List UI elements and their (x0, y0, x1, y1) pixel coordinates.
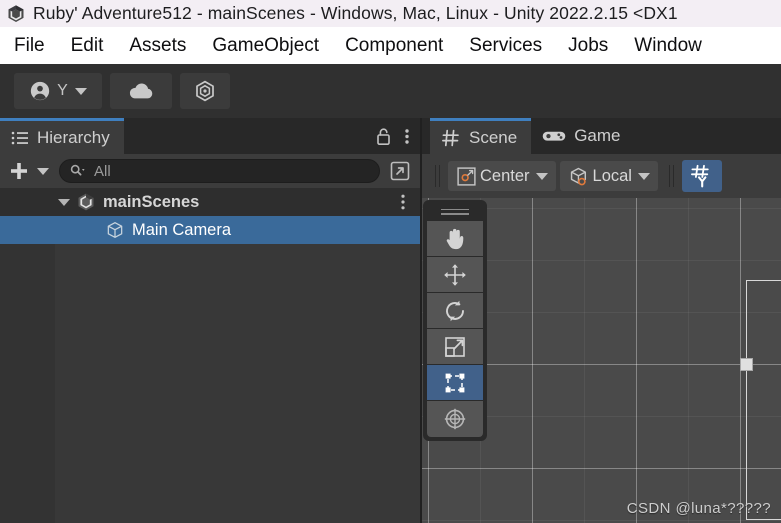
hierarchy-expand-button[interactable] (388, 159, 412, 183)
window-title-text: Ruby' Adventure512 - mainScenes - Window… (33, 3, 678, 23)
scene-grid-major-line (420, 468, 781, 469)
menu-item-services[interactable]: Services (469, 35, 542, 57)
hierarchy-search-placeholder: All (94, 162, 111, 180)
handle-space-dropdown[interactable]: Local (559, 161, 658, 191)
chevron-down-icon (535, 172, 548, 180)
rotate-icon (446, 300, 464, 321)
unity-logo-icon (8, 4, 24, 22)
hierarchy-list-icon (11, 131, 28, 144)
hierarchy-tabbar-actions (375, 118, 410, 154)
kebab-menu-icon[interactable] (404, 127, 410, 146)
tool-palette-drag-handle[interactable] (427, 204, 483, 219)
pivot-mode-label: Center (480, 166, 530, 185)
tab-scene[interactable]: Scene (430, 118, 532, 154)
tab-hierarchy[interactable]: Hierarchy (0, 118, 124, 154)
unlocked-padlock-icon[interactable] (375, 127, 392, 146)
camera-frustum-handle[interactable] (740, 358, 753, 371)
menu-item-window[interactable]: Window (634, 35, 702, 57)
hierarchy-row-scene[interactable]: mainScenes (0, 188, 420, 216)
chevron-down-icon (637, 172, 650, 180)
expand-window-icon (390, 161, 410, 181)
tab-scene-label: Scene (469, 127, 518, 147)
handle-space-label: Local (592, 166, 632, 185)
menu-bar: File Edit Assets GameObject Component Se… (0, 27, 781, 64)
scale-tool-button[interactable] (427, 329, 483, 365)
hierarchy-search-input[interactable]: All (59, 159, 380, 183)
kebab-menu-icon[interactable] (400, 193, 406, 211)
scale-icon (445, 336, 465, 357)
hierarchy-row-scene-label: mainScenes (103, 192, 200, 211)
menu-item-edit[interactable]: Edit (71, 35, 104, 57)
toolbar-divider-2 (668, 165, 676, 187)
search-dropdown-icon (70, 164, 85, 176)
hierarchy-search-row: All (0, 154, 420, 188)
camera-frustum-gizmo[interactable] (746, 280, 781, 520)
toolbar-divider (434, 165, 442, 187)
pivot-mode-dropdown[interactable]: Center (448, 161, 556, 191)
unity-hex-icon (196, 80, 214, 102)
move-tool-button[interactable] (427, 257, 483, 293)
hierarchy-tree: mainScenes Main Camera (0, 188, 420, 523)
scene-watermark: CSDN @luna*????? (626, 500, 771, 517)
chevron-down-icon (37, 167, 49, 175)
move-arrows-icon (444, 263, 466, 286)
chevron-down-icon (74, 87, 87, 95)
window-titlebar: Ruby' Adventure512 - mainScenes - Window… (0, 0, 781, 27)
menu-item-component[interactable]: Component (345, 35, 443, 57)
hierarchy-tabbar: Hierarchy (0, 118, 420, 154)
grid-axis-toggle-button[interactable] (681, 160, 722, 192)
scene-panel: Scene Game Center Local CSDN @luna*????? (420, 118, 781, 523)
menu-item-file[interactable]: File (14, 35, 45, 57)
editor-panels: Hierarchy All mainScenes Main Camera Sce… (0, 118, 781, 523)
scene-grid-icon (442, 129, 459, 146)
hierarchy-add-button[interactable] (8, 160, 49, 182)
tab-game[interactable]: Game (531, 118, 634, 154)
scene-tabbar: Scene Game (420, 118, 781, 154)
hierarchy-row-main-camera[interactable]: Main Camera (0, 216, 420, 244)
rotate-tool-button[interactable] (427, 293, 483, 329)
editor-body: Y Hierarchy All mainScenes Main Camera S… (0, 64, 781, 523)
grid-y-axis-icon (690, 164, 709, 188)
transform-tool-button[interactable] (427, 401, 483, 437)
transform-combined-icon (444, 408, 466, 430)
scene-grid-major-line (636, 198, 637, 523)
gameobject-cube-icon (107, 222, 123, 238)
scene-tool-palette (423, 200, 487, 441)
handle-local-icon (570, 167, 586, 185)
menu-item-jobs[interactable]: Jobs (568, 35, 608, 57)
hand-icon (446, 228, 464, 249)
pivot-center-icon (457, 166, 476, 186)
hierarchy-panel: Hierarchy All mainScenes Main Camera (0, 118, 420, 523)
services-settings-button[interactable] (180, 73, 230, 109)
account-button[interactable]: Y (14, 73, 102, 109)
rect-transform-icon (445, 373, 465, 392)
tab-hierarchy-label: Hierarchy (37, 127, 110, 147)
editor-main-toolbar: Y (0, 64, 781, 118)
scene-grid-major-line (532, 198, 533, 523)
scene-toolbar: Center Local (420, 154, 781, 198)
plus-icon (11, 163, 27, 179)
menu-item-gameobject[interactable]: GameObject (212, 35, 319, 57)
hand-tool-button[interactable] (427, 221, 483, 257)
cloud-icon (129, 83, 153, 99)
panel-splitter[interactable] (420, 118, 422, 523)
tab-game-label: Game (574, 126, 621, 145)
gamepad-icon (542, 131, 566, 141)
chevron-down-icon[interactable] (58, 198, 70, 206)
unity-scene-icon (78, 193, 94, 211)
hierarchy-row-main-camera-label: Main Camera (132, 220, 232, 239)
unity-editor-window: Ruby' Adventure512 - mainScenes - Window… (0, 0, 781, 523)
menu-item-assets[interactable]: Assets (129, 35, 186, 57)
account-icon (30, 81, 50, 101)
cloud-button[interactable] (110, 73, 172, 109)
scene-viewport[interactable]: CSDN @luna*????? (420, 198, 781, 523)
account-letter: Y (57, 82, 68, 99)
rect-transform-tool-button[interactable] (427, 365, 483, 401)
